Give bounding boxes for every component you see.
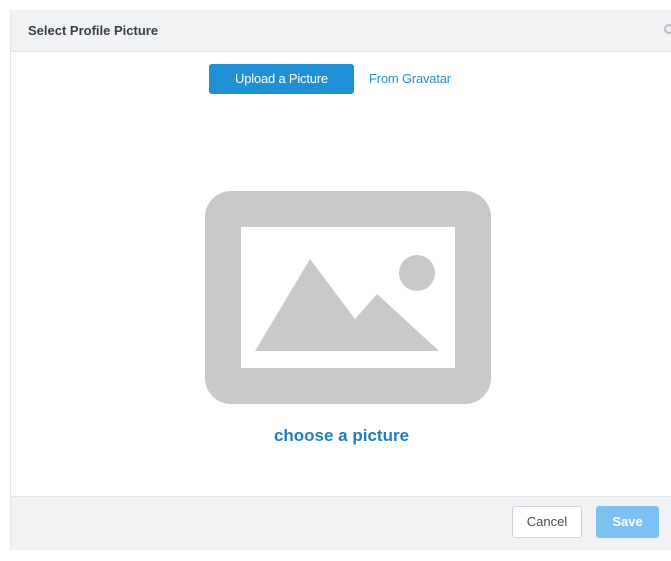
placeholder-sun xyxy=(399,255,435,291)
tab-upload-picture[interactable]: Upload a Picture xyxy=(209,64,354,94)
close-icon[interactable] xyxy=(664,24,671,34)
dialog-footer: Cancel Save xyxy=(11,496,671,550)
dialog-title: Select Profile Picture xyxy=(28,23,159,38)
tab-from-gravatar[interactable]: From Gravatar xyxy=(369,64,451,94)
image-placeholder-icon[interactable] xyxy=(205,191,491,404)
profile-picture-dialog: Select Profile Picture Upload a Picture … xyxy=(10,10,671,550)
cancel-button[interactable]: Cancel xyxy=(512,506,582,538)
dialog-header: Select Profile Picture xyxy=(11,10,671,52)
save-button[interactable]: Save xyxy=(596,506,659,538)
choose-picture-link[interactable]: choose a picture xyxy=(11,426,671,446)
source-tabs: Upload a Picture From Gravatar xyxy=(11,64,671,94)
